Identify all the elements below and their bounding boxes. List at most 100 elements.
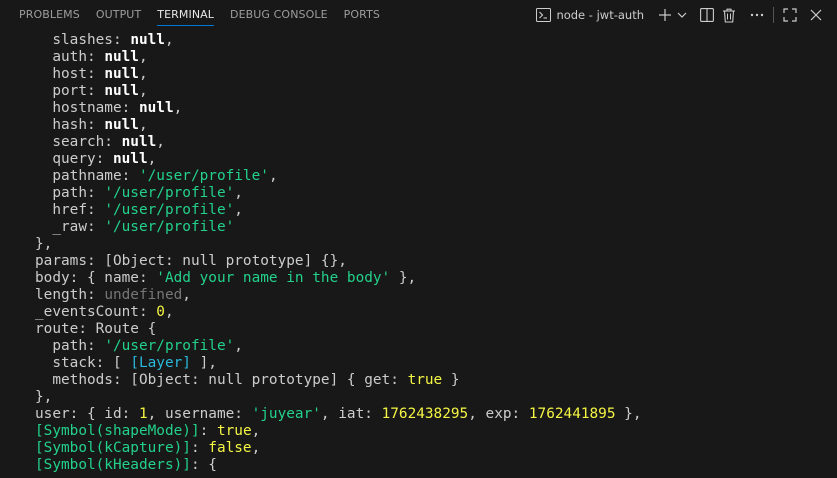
terminal-token: }, xyxy=(35,389,53,405)
terminal-line: route: Route { xyxy=(35,321,156,338)
terminal-line: query: null, xyxy=(35,151,156,168)
terminal-token: methods: [Object: null prototype] { get: xyxy=(35,372,408,388)
terminal-token: null xyxy=(104,49,139,65)
terminal-token: 'Add your name in the body' xyxy=(156,270,391,286)
terminal-token: query: xyxy=(35,151,113,167)
terminal-token: }, xyxy=(35,236,53,252)
terminal-token: port: xyxy=(35,83,105,99)
terminal-token: , xyxy=(164,32,174,48)
terminal-token: [Symbol(shapeMode)] xyxy=(35,423,200,439)
terminal-token: 0 xyxy=(156,304,165,320)
actions-separator xyxy=(773,7,774,23)
terminal-token: , xyxy=(251,440,261,456)
chevron-down-icon[interactable] xyxy=(676,4,688,26)
terminal-token: path: xyxy=(35,338,105,354)
panel-tabs: PROBLEMS OUTPUT TERMINAL DEBUG CONSOLE P… xyxy=(0,0,388,30)
terminal-token: , xyxy=(138,117,148,133)
terminal-token: null xyxy=(130,32,165,48)
terminal-token: : { xyxy=(190,457,217,473)
terminal-token: , exp: xyxy=(468,406,529,422)
terminal-token: , xyxy=(251,423,261,439)
terminal-line: }, xyxy=(35,389,52,406)
terminal-line: [Symbol(kHeaders)]: { xyxy=(35,457,217,474)
terminal-output[interactable]: slashes: null, auth: null, host: null, p… xyxy=(0,30,837,478)
terminal-token: hash: xyxy=(35,117,105,133)
terminal-line: port: null, xyxy=(35,83,148,100)
more-actions-icon[interactable] xyxy=(746,4,768,26)
terminal-token: true xyxy=(407,372,443,388)
terminal-token: params: [Object: null prototype] {}, xyxy=(35,253,347,269)
maximize-panel-icon[interactable] xyxy=(779,4,801,26)
terminal-icon xyxy=(535,7,551,23)
terminal-line: path: '/user/profile', xyxy=(35,185,243,202)
terminal-token: , xyxy=(147,151,157,167)
terminal-line: body: { name: 'Add your name in the body… xyxy=(35,270,416,287)
new-terminal-icon[interactable] xyxy=(654,4,676,26)
terminal-token: }, xyxy=(615,406,642,422)
terminal-token: search: xyxy=(35,134,122,150)
terminal-token: , xyxy=(138,49,148,65)
terminal-token: , xyxy=(138,66,148,82)
terminal-token: route: Route { xyxy=(35,321,157,337)
tab-debug-console[interactable]: DEBUG CONSOLE xyxy=(230,0,328,30)
terminal-token: , xyxy=(138,83,148,99)
terminal-token: slashes: xyxy=(35,32,131,48)
terminal-token: href: xyxy=(35,202,105,218)
terminal-line: }, xyxy=(35,236,52,253)
terminal-token: , xyxy=(234,185,243,201)
terminal-token: '/user/profile' xyxy=(138,168,269,184)
terminal-token: true xyxy=(216,423,252,439)
terminal-token: , xyxy=(156,134,165,150)
terminal-line: href: '/user/profile', xyxy=(35,202,243,219)
terminal-line: hostname: null, xyxy=(35,100,182,117)
terminal-token: stack: [ xyxy=(35,355,131,371)
terminal-token: body: { name: xyxy=(35,270,157,286)
terminal-token: }, xyxy=(390,270,417,286)
split-terminal-icon[interactable] xyxy=(696,4,718,26)
terminal-token: : xyxy=(190,440,209,456)
terminal-line: search: null, xyxy=(35,134,165,151)
terminal-token: null xyxy=(112,151,148,167)
terminal-token: 'juyear' xyxy=(251,406,321,422)
terminal-line: pathname: '/user/profile', xyxy=(35,168,277,185)
terminal-token: '/user/profile' xyxy=(104,202,235,218)
terminal-token: '/user/profile' xyxy=(104,185,235,201)
terminal-line: [Symbol(kCapture)]: false, xyxy=(35,440,260,457)
terminal-token: user: { id: xyxy=(35,406,139,422)
terminal-line: auth: null, xyxy=(35,49,148,66)
terminal-name: node - jwt-auth xyxy=(556,8,644,22)
trash-icon[interactable] xyxy=(718,4,740,26)
terminal-token: null xyxy=(104,117,139,133)
terminal-token: 1762438295 xyxy=(381,406,469,422)
terminal-line: params: [Object: null prototype] {}, xyxy=(35,253,347,270)
terminal-token: : xyxy=(199,423,217,439)
tab-terminal[interactable]: TERMINAL xyxy=(157,0,214,30)
terminal-token: pathname: xyxy=(35,168,139,184)
terminal-selector[interactable]: node - jwt-auth xyxy=(531,4,648,26)
terminal-token: hostname: xyxy=(35,100,139,116)
terminal-token: '/user/profile' xyxy=(104,219,235,235)
terminal-token: ], xyxy=(190,355,217,371)
panel-actions: node - jwt-auth xyxy=(531,0,827,30)
tab-output[interactable]: OUTPUT xyxy=(96,0,141,30)
terminal-token: length: xyxy=(35,287,105,303)
terminal-line: [Symbol(shapeMode)]: true, xyxy=(35,423,260,440)
terminal-token: } xyxy=(442,372,460,388)
terminal-token: , username: xyxy=(147,406,252,422)
terminal-token: undefined xyxy=(104,287,183,303)
terminal-token: null xyxy=(138,100,174,116)
terminal-line: stack: [ [Layer] ], xyxy=(35,355,217,372)
close-icon[interactable] xyxy=(805,4,827,26)
terminal-token: auth: xyxy=(35,49,105,65)
terminal-line: _eventsCount: 0, xyxy=(35,304,174,321)
terminal-token: 1762441895 xyxy=(528,406,616,422)
terminal-token: [Symbol(kHeaders)] xyxy=(35,457,191,473)
terminal-token: , xyxy=(234,338,243,354)
terminal-token: , iat: xyxy=(320,406,382,422)
terminal-line: host: null, xyxy=(35,66,148,83)
terminal-line: user: { id: 1, username: 'juyear', iat: … xyxy=(35,406,642,423)
tab-problems[interactable]: PROBLEMS xyxy=(19,0,80,30)
terminal-line: _raw: '/user/profile' xyxy=(35,219,234,236)
terminal-token: [Layer] xyxy=(130,355,191,371)
tab-ports[interactable]: PORTS xyxy=(344,0,380,30)
